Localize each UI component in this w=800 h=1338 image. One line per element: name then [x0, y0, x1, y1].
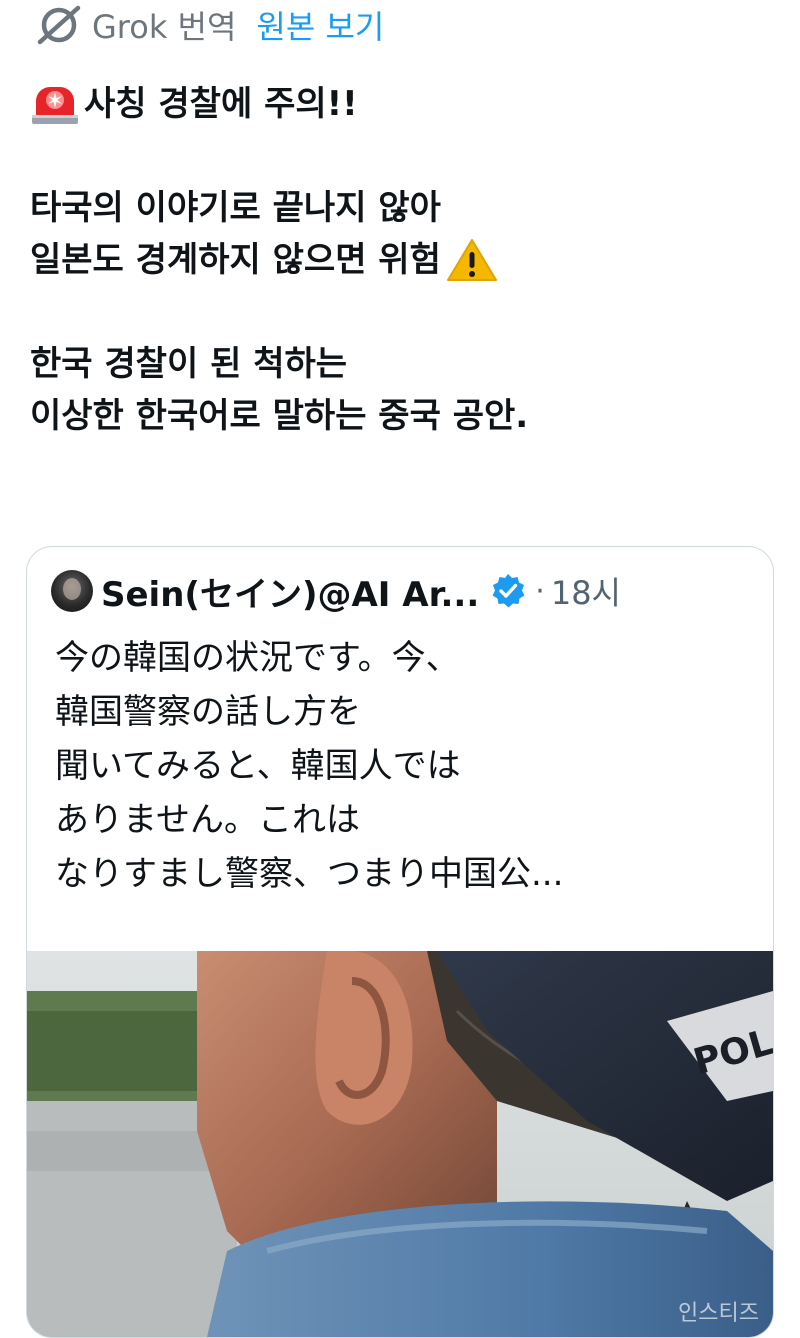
grok-icon [36, 4, 82, 46]
warning-emoji-icon [445, 237, 499, 283]
translation-bar: Grok 번역 원본 보기 [36, 2, 384, 48]
police-siren-emoji-icon [30, 81, 80, 127]
watermark: 인스티즈 [678, 1301, 759, 1326]
quoted-post-header: Sein(セイン)@AI Ar... · 18시 [51, 565, 621, 617]
separator-dot: · [535, 573, 545, 609]
post-line-text: 사칭 경찰에 주의!! [84, 84, 358, 124]
post-line-4: 한국 경찰이 된 척하는 [30, 338, 770, 390]
quoted-author-name[interactable]: Sein(セイン)@AI Ar... [101, 567, 479, 616]
view-original-link[interactable]: 원본 보기 [256, 2, 384, 48]
post-line-text: 타국의 이야기로 끝나지 않아 [30, 188, 441, 228]
post-line-text: 일본도 경계하지 않으면 위험 [30, 240, 441, 280]
quote-line: 韓国警察の話し方を [55, 692, 361, 732]
quote-line: 今の韓国の状況です。今、 [55, 638, 460, 678]
quote-line: なりすまし警察、つまり中国公... [55, 854, 564, 894]
quote-line: 聞いてみると、韓国人では [55, 746, 461, 786]
avatar[interactable] [51, 570, 93, 612]
quote-line: ありません。これは [55, 800, 360, 840]
quoted-post-text: 今の韓国の状況です。今、 韓国警察の話し方を 聞いてみると、韓国人では ありませ… [55, 631, 755, 901]
post-line-text: 한국 경찰이 된 척하는 [30, 344, 348, 384]
post-line-1: 사칭 경찰에 주의!! [30, 78, 770, 130]
quoted-post-card[interactable]: Sein(セイン)@AI Ar... · 18시 今の韓国の状況です。今、 韓国… [26, 546, 774, 1338]
post-line-2: 타국의 이야기로 끝나지 않아 [30, 182, 770, 234]
post-time[interactable]: 18시 [551, 568, 621, 614]
post-line-5: 이상한 한국어로 말하는 중국 공안. [30, 390, 770, 442]
verified-badge-icon [489, 572, 527, 610]
quoted-media-image[interactable]: POL 인스티즈 [27, 951, 773, 1337]
post-line-3: 일본도 경계하지 않으면 위험 [30, 234, 770, 286]
post-line-text: 이상한 한국어로 말하는 중국 공안. [30, 396, 529, 436]
grok-translation-label: Grok 번역 [92, 8, 237, 46]
post-text: 사칭 경찰에 주의!! 타국의 이야기로 끝나지 않아 일본도 경계하지 않으면… [30, 78, 770, 442]
